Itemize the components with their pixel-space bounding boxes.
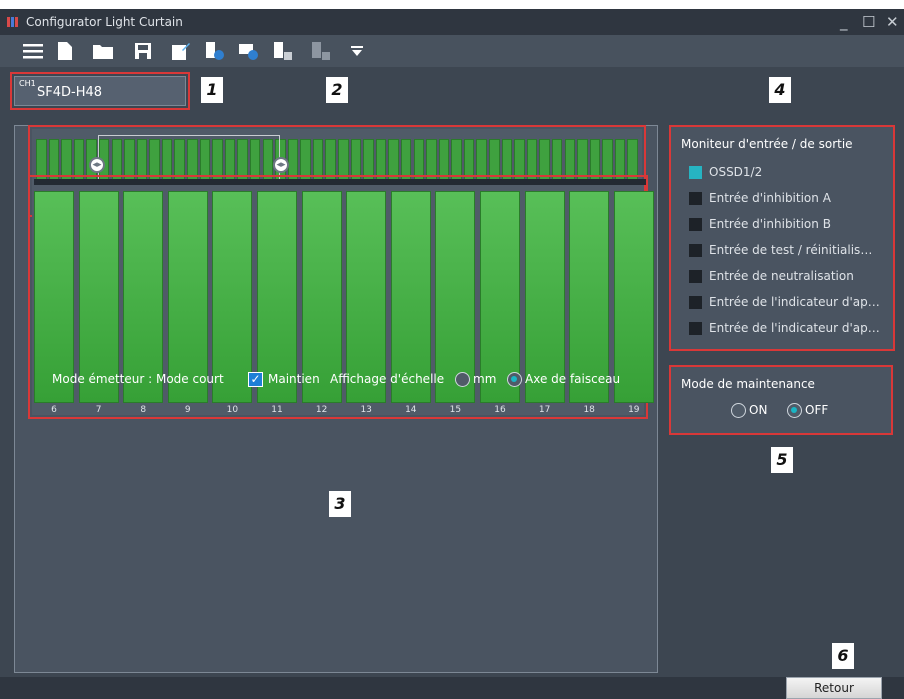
io-item: OSSD1/2 [689,163,889,181]
range-end-handle-icon[interactable]: ◂▸ [273,157,289,173]
device-read-icon[interactable] [238,40,260,62]
beam-tick-label: 9 [184,405,191,415]
beam-tick-label: 17 [538,405,551,415]
beam-tick-label: 19 [628,405,640,415]
io-item-label: Entrée d'inhibition A [709,191,831,205]
io-item-label: OSSD1/2 [709,165,763,179]
beam-header-strip [34,179,646,185]
maximize-button[interactable]: ☐ [862,13,875,31]
io-led-icon [689,192,702,205]
maintenance-off-radio[interactable] [787,403,802,418]
io-item-label: Entrée de l'indicateur d'ap… [709,295,880,309]
io-item-label: Entrée de neutralisation [709,269,854,283]
beam-tick-label: 14 [405,405,417,415]
beam-detail: Mode émetteur : Mode court ✓ Maintien Af… [28,175,654,419]
beam-tick-label: 6 [51,405,57,415]
beam-tick-label: 11 [271,405,283,415]
maintenance-off-label: OFF [805,403,829,417]
io-monitor-panel: Moniteur d'entrée / de sortie OSSD1/2 En… [669,125,895,351]
io-monitor-title: Moniteur d'entrée / de sortie [681,137,853,151]
save-icon[interactable] [132,40,154,62]
beam-tick-label: 18 [583,405,595,415]
scale-display-label: Affichage d'échelle [330,372,445,386]
beam-tick-label: 16 [494,405,506,415]
device-compare-icon[interactable] [310,40,332,62]
io-item: Entrée de l'indicateur d'ap… [689,293,889,311]
io-led-icon [689,244,702,257]
io-item: Entrée de test / réinitialis… [689,241,889,259]
scale-beam-axis-label: Axe de faisceau [525,372,621,386]
callout-4: 4 [769,77,791,103]
device-write-icon[interactable] [272,40,294,62]
hold-label: Maintien [268,372,320,386]
new-file-icon[interactable] [54,40,76,62]
io-led-icon [689,322,702,335]
mode-bar: Mode émetteur : Mode court ✓ Maintien Af… [46,367,642,391]
io-led-icon [689,166,702,179]
title-bar: Configurator Light Curtain _ ☐ ✕ [0,9,904,35]
edit-icon[interactable] [170,40,192,62]
io-item: Entrée d'inhibition A [689,189,889,207]
io-item: Entrée de l'indicateur d'ap… [689,319,889,337]
callout-1: 1 [201,77,223,103]
maintenance-on-radio[interactable] [731,403,746,418]
scale-beam-axis-radio[interactable] [507,372,522,387]
maintenance-on-label: ON [749,403,768,417]
beam-tick-label: 13 [360,405,372,415]
scale-mm-radio[interactable] [455,372,470,387]
open-folder-icon[interactable] [92,40,114,62]
callout-6: 6 [832,643,854,669]
close-button[interactable]: ✕ [886,13,899,31]
channel-selector[interactable]: CH1 SF4D-H48 [10,72,190,110]
range-start-handle-icon[interactable]: ◂▸ [89,157,105,173]
io-item-label: Entrée de l'indicateur d'ap… [709,321,880,335]
toolbar [0,35,904,67]
beam-tick-label: 15 [449,405,462,415]
io-item-label: Entrée de test / réinitialis… [709,243,873,257]
maintenance-panel: Mode de maintenance ON OFF [669,365,893,435]
io-item: Entrée de neutralisation [689,267,889,285]
beam-detail-area: Mode émetteur : Mode court ✓ Maintien Af… [32,179,654,415]
callout-5: 5 [771,447,793,473]
callout-2: 2 [326,77,348,103]
hold-checkbox[interactable]: ✓ [248,372,263,387]
maintenance-title: Mode de maintenance [681,377,815,391]
model-name: SF4D-H48 [37,85,103,100]
status-bar [0,677,904,699]
dropdown-icon[interactable] [346,40,368,62]
io-item: Entrée d'inhibition B [689,215,889,233]
beam-tick-label: 12 [315,405,328,415]
beam-tick-label: 8 [140,405,147,415]
io-item-label: Entrée d'inhibition B [709,217,831,231]
app-logo-icon [7,17,18,27]
menu-icon[interactable] [22,40,44,62]
channel-label: CH1 [19,79,36,88]
scale-mm-label: mm [473,372,497,386]
device-info-icon[interactable] [204,40,226,62]
beam-tick-label: 7 [95,405,102,415]
beam-tick-label: 10 [226,405,239,415]
app-window: Configurator Light Curtain _ ☐ ✕ CH1 SF4… [0,9,904,699]
window-title: Configurator Light Curtain [26,15,183,29]
emitter-mode-text: Mode émetteur : Mode court [52,372,224,386]
channel-field[interactable]: CH1 SF4D-H48 [14,76,186,106]
main-area: CH1 SF4D-H48 1 2 4 ◂▸ ◂▸ 151015202530354… [0,67,904,699]
io-led-icon [689,296,702,309]
callout-3: 3 [329,491,351,517]
back-button[interactable]: Retour [786,677,882,699]
minimize-button[interactable]: _ [840,13,848,31]
io-led-icon [689,218,702,231]
io-led-icon [689,270,702,283]
